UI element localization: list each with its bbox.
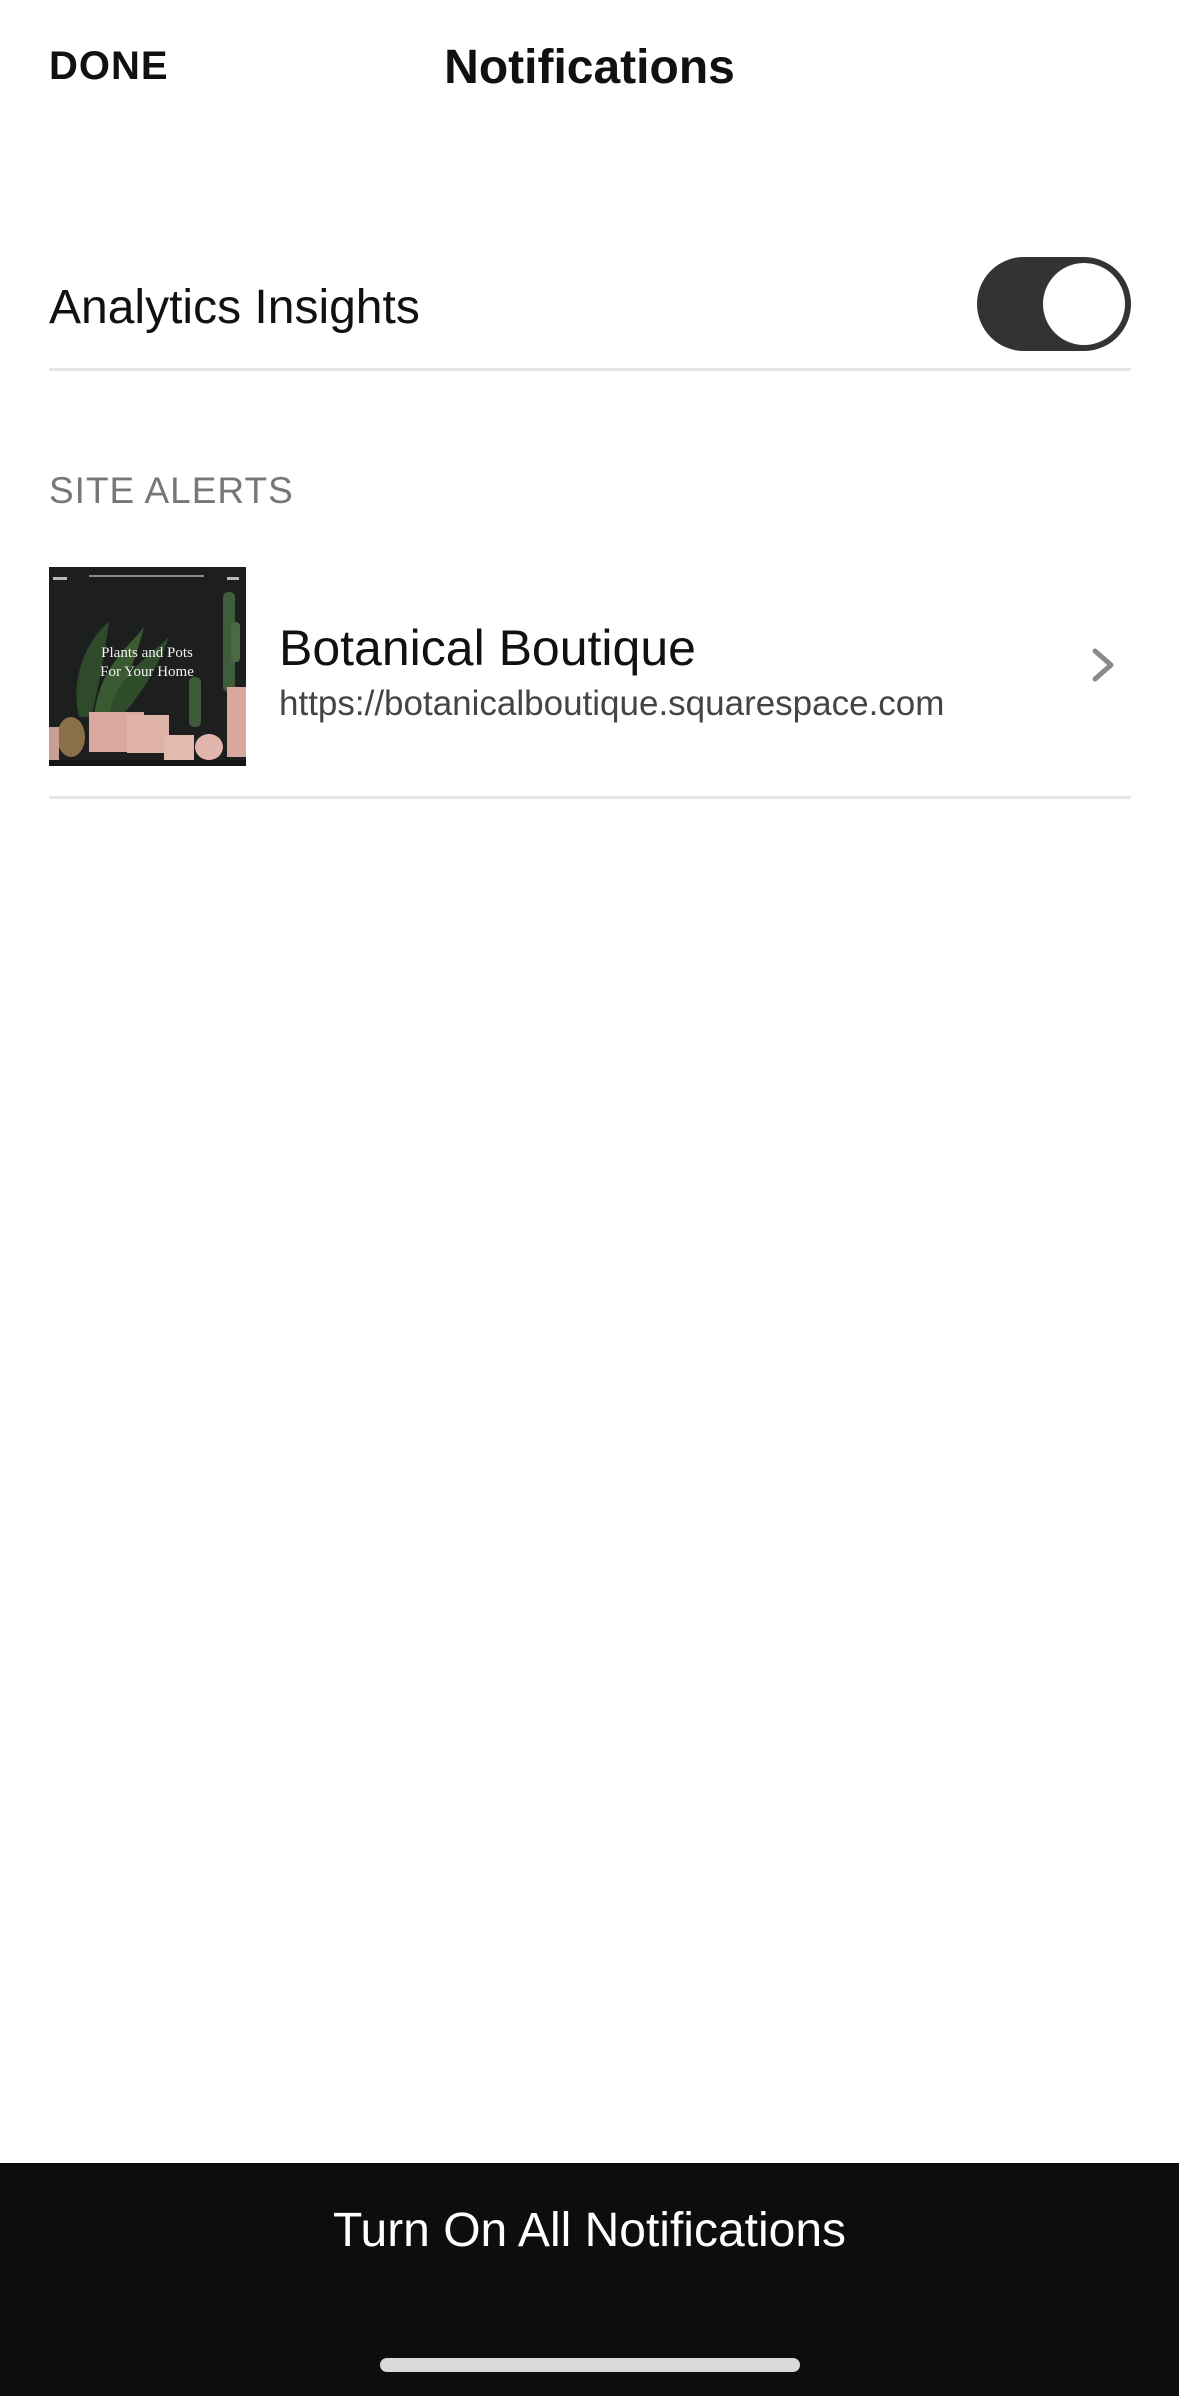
site-name: Botanical Boutique [279,620,696,676]
chevron-right-icon [1092,648,1114,682]
thumbnail-headline-line1: Plants and Pots [101,645,193,661]
site-alerts-section-title: SITE ALERTS [49,470,294,511]
analytics-insights-label: Analytics Insights [49,281,420,334]
thumbnail-headline-line2: For Your Home [100,664,194,680]
site-url: https://botanicalboutique.squarespace.co… [279,684,945,723]
page-title: Notifications [444,41,735,94]
site-thumbnail-image: Plants and Pots For Your Home [49,567,246,766]
home-indicator [380,2358,800,2372]
bottom-action-bar: Turn On All Notifications [0,2163,1179,2396]
navigation-header: DONE Notifications [0,0,1179,140]
analytics-insights-row: Analytics Insights [49,252,1131,371]
turn-on-all-notifications-button[interactable]: Turn On All Notifications [0,2203,1179,2258]
analytics-insights-toggle[interactable] [977,257,1131,351]
toggle-knob [1043,263,1125,345]
site-row-botanical-boutique[interactable]: Plants and Pots For Your Home Botanical … [49,567,1131,799]
